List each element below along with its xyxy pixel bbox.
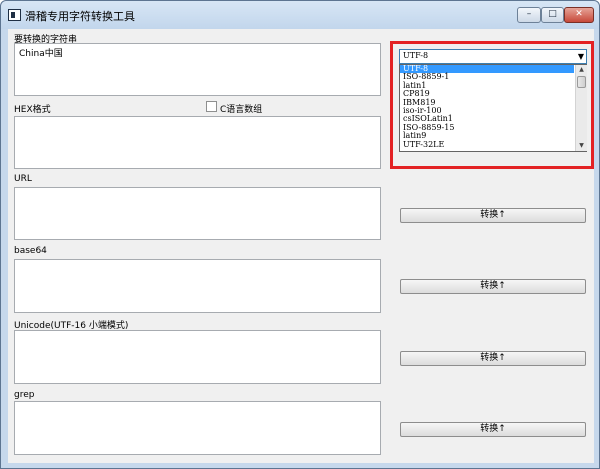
source-value: China中国	[19, 49, 63, 59]
main-panel: 要转换的字符串 China中国 HEX格式 C语言数组 URL 转换↑ base…	[8, 29, 594, 463]
title-bar[interactable]: 滑稽专用字符转换工具 – □ ✕	[1, 1, 599, 29]
hex-label: HEX格式	[14, 105, 51, 115]
c-array-checkbox[interactable]	[206, 101, 217, 112]
unicode-convert-button[interactable]: 转换↑	[400, 351, 586, 366]
base64-label: base64	[14, 246, 47, 256]
app-icon	[8, 9, 21, 21]
maximize-button[interactable]: □	[541, 7, 564, 23]
base64-output[interactable]	[14, 259, 381, 313]
app-window: 滑稽专用字符转换工具 – □ ✕ 要转换的字符串 China中国 HEX格式 C…	[0, 0, 600, 469]
grep-convert-button[interactable]: 转换↑	[400, 422, 586, 437]
unicode-output[interactable]	[14, 330, 381, 384]
close-button[interactable]: ✕	[564, 7, 594, 23]
c-array-label: C语言数组	[220, 105, 263, 115]
grep-label: grep	[14, 390, 35, 400]
url-label: URL	[14, 174, 32, 184]
minimize-button[interactable]: –	[517, 7, 541, 23]
base64-convert-button[interactable]: 转换↑	[400, 279, 586, 294]
source-input[interactable]: China中国	[14, 43, 381, 96]
window-title: 滑稽专用字符转换工具	[25, 10, 135, 23]
url-convert-button[interactable]: 转换↑	[400, 208, 586, 223]
url-output[interactable]	[14, 187, 381, 240]
grep-output[interactable]	[14, 401, 381, 455]
hex-output[interactable]	[14, 116, 381, 169]
highlight-box	[390, 41, 594, 169]
